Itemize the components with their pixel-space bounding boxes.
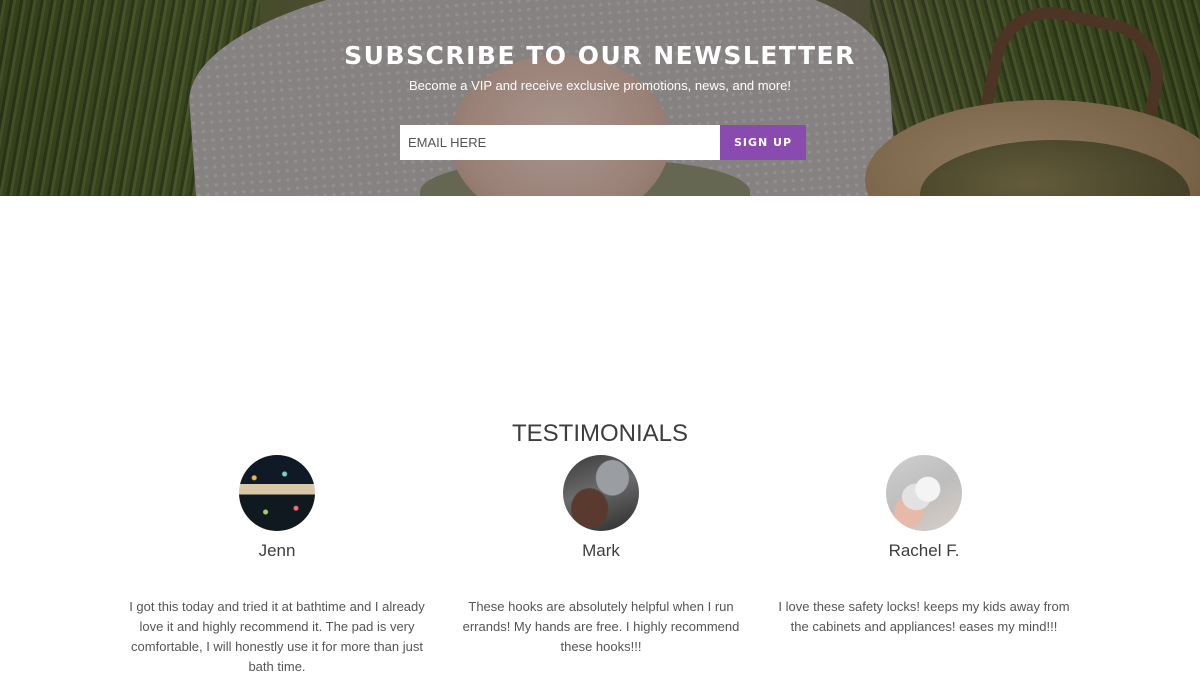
newsletter-content: SUBSCRIBE TO OUR NEWSLETTER Become a VIP… xyxy=(0,0,1200,93)
newsletter-form: SIGN UP xyxy=(400,125,806,160)
testimonial-card: Rachel F. I love these safety locks! kee… xyxy=(774,455,1074,637)
testimonial-quote: These hooks are absolutely helpful when … xyxy=(462,599,740,654)
testimonial-name: Jenn xyxy=(258,541,296,560)
newsletter-title: SUBSCRIBE TO OUR NEWSLETTER xyxy=(344,41,856,70)
testimonials-section: TESTIMONIALS Jenn I got this today and t… xyxy=(0,196,1200,674)
avatar xyxy=(886,455,962,531)
newsletter-subtitle: Become a VIP and receive exclusive promo… xyxy=(408,78,791,93)
testimonial-quote: I love these safety locks! keeps my kids… xyxy=(778,599,1070,634)
testimonial-card: Jenn I got this today and tried it at ba… xyxy=(127,455,427,677)
avatar xyxy=(563,455,639,531)
avatar xyxy=(239,455,315,531)
testimonial-quote: I got this today and tried it at bathtim… xyxy=(129,599,425,674)
testimonial-name: Rachel F. xyxy=(888,541,960,560)
testimonial-card: Mark These hooks are absolutely helpful … xyxy=(451,455,751,657)
testimonials-title: TESTIMONIALS xyxy=(511,420,689,447)
email-field[interactable] xyxy=(400,125,720,160)
newsletter-hero: SUBSCRIBE TO OUR NEWSLETTER Become a VIP… xyxy=(0,0,1200,196)
testimonial-name: Mark xyxy=(582,541,620,560)
sign-up-button[interactable]: SIGN UP xyxy=(720,125,806,160)
